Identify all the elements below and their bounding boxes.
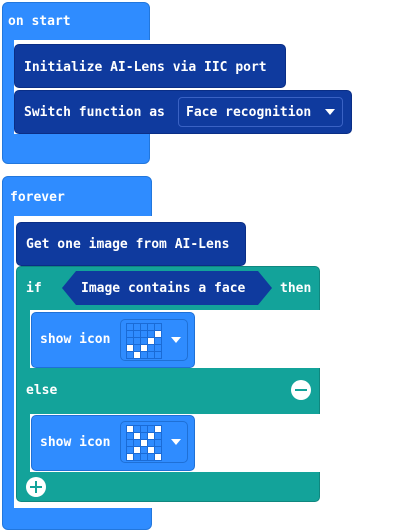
forever-label: forever xyxy=(10,190,65,205)
if-label: if xyxy=(26,281,42,296)
cross-icon xyxy=(126,425,162,461)
then-label: then xyxy=(280,281,312,296)
show-icon-label-else: show icon xyxy=(40,435,111,450)
get-image-label: Get one image from AI-Lens xyxy=(26,237,230,252)
else-label: else xyxy=(26,383,58,398)
add-branch-icon[interactable] xyxy=(26,477,46,497)
condition-label: Image contains a face xyxy=(81,281,246,296)
chevron-down-icon xyxy=(171,337,181,343)
chevron-down-icon xyxy=(171,439,181,445)
chevron-down-icon xyxy=(325,109,335,115)
show-icon-label-then: show icon xyxy=(40,332,111,347)
on-start-label: on start xyxy=(8,14,71,29)
function-dropdown-value: Face recognition xyxy=(186,105,312,120)
check-icon xyxy=(126,323,162,359)
remove-else-icon[interactable] xyxy=(291,380,311,400)
switch-function-label: Switch function as xyxy=(24,105,165,120)
init-ai-lens-label: Initialize AI-Lens via IIC port xyxy=(24,60,267,75)
